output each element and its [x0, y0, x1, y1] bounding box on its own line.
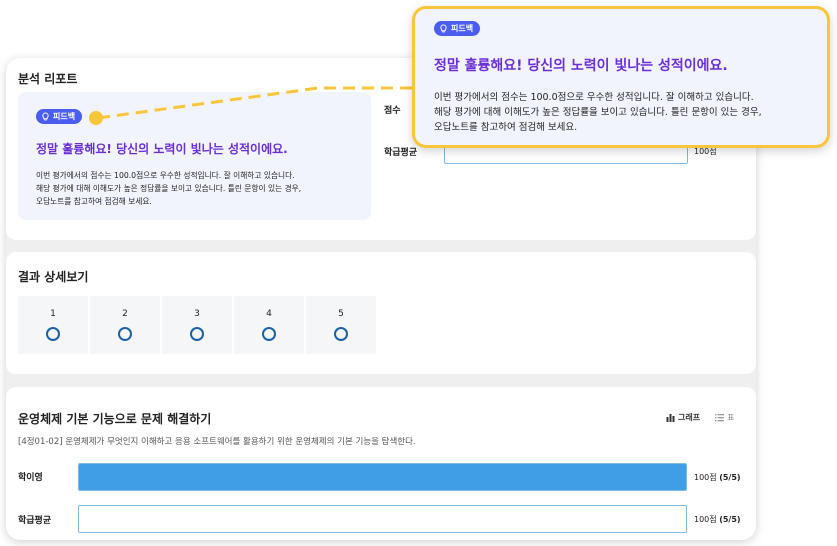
- class-row-label: 학급평균: [18, 516, 52, 526]
- bar-chart-icon: [666, 414, 675, 422]
- results-detail-card: 결과 상세보기 1 2 3 4 5: [6, 252, 756, 374]
- popup-feedback-badge-label: 피드백: [451, 24, 474, 33]
- question-number: 2: [122, 309, 128, 319]
- student-score-value: 100점 (5/5): [694, 472, 741, 483]
- feedback-box: 피드백 정말 훌륭해요! 당신의 노력이 빛나는 성적이에요. 이번 평가에서의…: [18, 92, 371, 220]
- graph-view-label: 그래프: [678, 413, 701, 422]
- lightbulb-icon: [440, 24, 447, 33]
- correct-mark-icon: [262, 327, 276, 341]
- achievement-standard: [4정01-02] 운영체제가 무엇인지 이해하고 응용 소프트웨어를 활용하기…: [18, 437, 416, 447]
- correct-mark-icon: [334, 327, 348, 341]
- feedback-badge-label: 피드백: [53, 112, 76, 121]
- student-score-text: 100점: [694, 473, 717, 482]
- student-score-bar: [78, 463, 687, 491]
- score-label: 점수: [384, 106, 401, 116]
- feedback-zoom-popup: 피드백 정말 훌륭해요! 당신의 노력이 빛나는 성적이에요. 이번 평가에서의…: [412, 6, 830, 148]
- question-cell[interactable]: 1: [18, 296, 88, 354]
- correct-mark-icon: [46, 327, 60, 341]
- class-score-bar: [78, 505, 687, 533]
- student-score-fill: [79, 464, 686, 490]
- question-cell[interactable]: 5: [306, 296, 376, 354]
- question-cell[interactable]: 4: [234, 296, 304, 354]
- popup-feedback-heading: 정말 훌륭해요! 당신의 노력이 빛나는 성적이에요.: [434, 58, 728, 74]
- feedback-heading: 정말 훌륭해요! 당신의 노력이 빛나는 성적이에요.: [36, 142, 288, 156]
- correct-mark-icon: [118, 327, 132, 341]
- class-average-label: 학급평균: [384, 148, 418, 158]
- results-detail-title: 결과 상세보기: [18, 270, 89, 284]
- skill-title: 운영체제 기본 기능으로 문제 해결하기: [18, 412, 212, 426]
- question-cell[interactable]: 3: [162, 296, 232, 354]
- question-cell[interactable]: 2: [90, 296, 160, 354]
- feedback-body: 이번 평가에서의 점수는 100.0점으로 우수한 성적입니다. 잘 이해하고 …: [36, 171, 302, 206]
- class-score-count: (5/5): [719, 515, 741, 524]
- question-number: 4: [266, 309, 272, 319]
- correct-mark-icon: [190, 327, 204, 341]
- class-score-text: 100점: [694, 515, 717, 524]
- analysis-report-title: 분석 리포트: [18, 72, 78, 86]
- question-number: 5: [338, 309, 344, 319]
- table-view-label: 표: [727, 413, 735, 422]
- student-row-label: 학이영: [18, 473, 43, 483]
- popup-feedback-badge: 피드백: [434, 21, 481, 36]
- list-icon: [715, 414, 724, 422]
- feedback-badge: 피드백: [36, 109, 83, 124]
- question-number: 1: [50, 309, 56, 319]
- student-score-count: (5/5): [719, 473, 741, 482]
- skill-card: 운영체제 기본 기능으로 문제 해결하기 [4정01-02] 운영체제가 무엇인…: [6, 387, 756, 540]
- lightbulb-icon: [42, 112, 49, 121]
- question-number: 3: [194, 309, 200, 319]
- class-score-value: 100점 (5/5): [694, 514, 741, 525]
- graph-view-toggle[interactable]: 그래프: [666, 412, 700, 423]
- popup-feedback-body: 이번 평가에서의 점수는 100.0점으로 우수한 성적입니다. 잘 이해하고 …: [434, 92, 762, 133]
- table-view-toggle[interactable]: 표: [715, 412, 734, 423]
